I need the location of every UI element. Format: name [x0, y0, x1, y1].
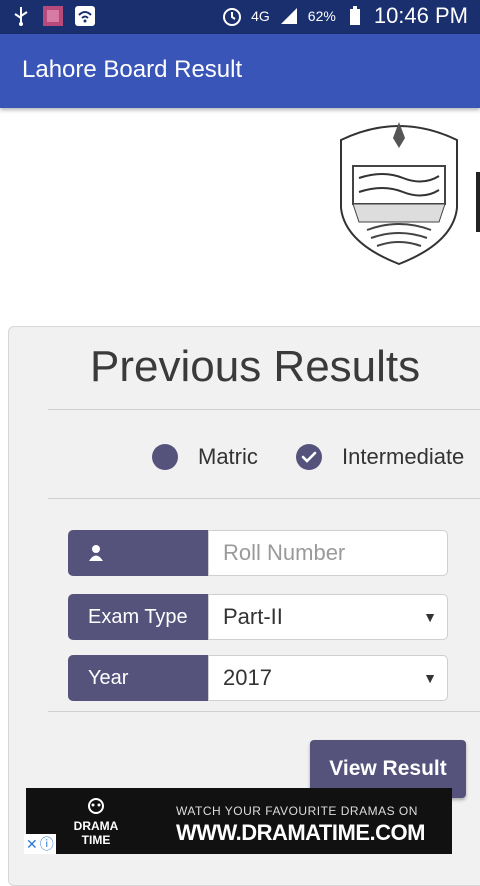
battery-icon	[344, 5, 366, 27]
usb-icon	[10, 5, 32, 27]
roll-number-input[interactable]: Roll Number	[208, 530, 448, 576]
edge-divider	[476, 172, 480, 232]
dropdown-caret-icon: ▼	[423, 670, 437, 686]
roll-number-row: Roll Number	[68, 530, 448, 576]
radio-intermediate-label: Intermediate	[342, 444, 465, 469]
ad-banner[interactable]: DRAMA TIME WATCH YOUR FAVOURITE DRAMAS O…	[26, 788, 452, 854]
exam-type-label: Exam Type	[68, 594, 208, 640]
notification-image-icon	[42, 5, 64, 27]
status-bar: 4G 62% 10:46 PM	[0, 0, 480, 34]
ad-tagline: WATCH YOUR FAVOURITE DRAMAS ON	[176, 804, 418, 818]
ad-logo-text: DRAMA TIME	[73, 819, 119, 847]
exam-type-select[interactable]: Part-II ▼	[208, 594, 448, 640]
ad-logo: DRAMA TIME	[66, 798, 126, 847]
exam-type-value: Part-II	[223, 604, 283, 629]
roll-number-addon	[68, 530, 208, 576]
ad-choices[interactable]: ✕ ⓘ	[24, 834, 56, 854]
dropdown-caret-icon: ▼	[423, 609, 437, 625]
close-ad-icon[interactable]: ✕	[26, 836, 38, 853]
board-logo	[333, 118, 465, 266]
radio-matric-circle[interactable]	[152, 444, 178, 470]
signal-icon	[278, 5, 300, 27]
drama-mask-icon	[88, 798, 104, 814]
year-select[interactable]: 2017 ▼	[208, 655, 448, 701]
network-type: 4G	[251, 8, 270, 24]
status-right: 4G 62% 10:46 PM	[221, 3, 468, 29]
year-label: Year	[68, 655, 208, 701]
status-time: 10:46 PM	[373, 3, 468, 28]
radio-matric[interactable]: Matric	[152, 440, 258, 474]
wifi-status-icon	[74, 5, 96, 27]
divider-top	[48, 409, 480, 410]
divider-bottom	[48, 711, 480, 712]
radio-matric-label: Matric	[198, 444, 258, 469]
app-bar: Lahore Board Result	[0, 34, 480, 108]
ad-info-icon[interactable]: ⓘ	[40, 834, 54, 854]
alarm-icon	[221, 5, 243, 27]
exam-type-row: Exam Type Part-II ▼	[68, 594, 448, 640]
radio-intermediate[interactable]: Intermediate	[296, 440, 464, 474]
ad-url: WWW.DRAMATIME.COM	[176, 820, 425, 845]
divider-middle	[48, 498, 480, 499]
battery-percent: 62%	[307, 8, 336, 24]
radio-intermediate-circle[interactable]	[296, 444, 322, 470]
user-icon	[89, 545, 103, 561]
year-row: Year 2017 ▼	[68, 655, 448, 701]
section-title: Previous Results	[90, 342, 421, 391]
year-value: 2017	[223, 665, 272, 690]
checkmark-icon	[301, 451, 317, 463]
app-title: Lahore Board Result	[22, 56, 243, 83]
status-left	[10, 5, 96, 27]
